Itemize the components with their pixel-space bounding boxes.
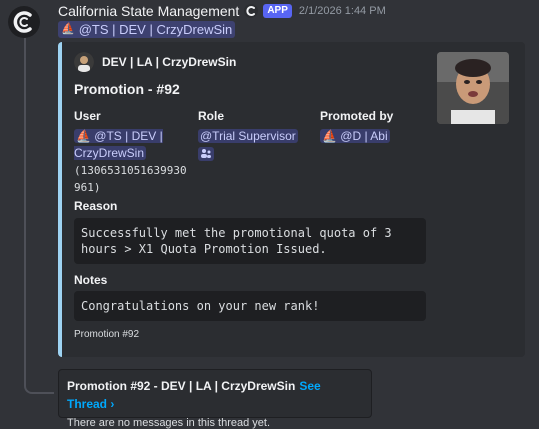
user-id: (1306531051639930961): [74, 164, 187, 194]
thread-card[interactable]: Promotion #92 - DEV | LA | CrzyDrewSin Se…: [58, 369, 372, 429]
boat-icon: ⛵: [76, 129, 91, 143]
field-promoted-by-name: Promoted by: [320, 109, 394, 123]
reason-code-block: Successfully met the promotional quota o…: [74, 218, 426, 264]
embed-title: Promotion - #92: [74, 81, 180, 97]
boat-icon: ⛵: [61, 23, 75, 35]
field-promoted-by: Promoted by ⛵ @D | Abi: [320, 108, 438, 145]
notes-code-block: Congratulations on your new rank!: [74, 291, 426, 321]
thread-connector: [24, 38, 54, 394]
mention-text: @TS | DEV | CrzyDrewSin: [78, 22, 233, 37]
message-mention[interactable]: ⛵ @TS | DEV | CrzyDrewSin: [58, 21, 236, 38]
field-user: User ⛵ @TS | DEV | CrzyDrewSin (13065310…: [74, 108, 192, 196]
promoter-mention-text: @D | Abi: [340, 129, 388, 143]
boat-icon: ⛵: [322, 129, 337, 143]
promotion-embed: DEV | LA | CrzyDrewSin Promotion - #92 U…: [58, 42, 525, 357]
people-icon: [201, 149, 211, 158]
thread-title[interactable]: Promotion #92 - DEV | LA | CrzyDrewSin: [67, 379, 295, 393]
username[interactable]: California State Management: [58, 3, 239, 19]
field-role: Role @Trial Supervisor: [198, 108, 316, 163]
timestamp[interactable]: 2/1/2026 1:44 PM: [299, 5, 386, 17]
field-reason-name: Reason: [74, 199, 118, 213]
author-avatar[interactable]: [74, 52, 94, 72]
author-name: DEV | LA | CrzyDrewSin: [102, 55, 237, 69]
app-badge: APP: [263, 4, 292, 18]
promoter-mention[interactable]: ⛵ @D | Abi: [320, 129, 390, 143]
bot-logo-icon: [8, 6, 40, 38]
thread-status: There are no messages in this thread yet…: [67, 417, 270, 429]
bot-avatar[interactable]: [8, 6, 40, 38]
field-user-name: User: [74, 109, 101, 123]
embed-footer: Promotion #92: [74, 329, 140, 340]
message-header: California State Management APP 2/1/2026…: [58, 2, 386, 20]
role-icon-mention[interactable]: [198, 147, 214, 161]
field-notes-name: Notes: [74, 273, 108, 287]
user-mention[interactable]: ⛵ @TS | DEV | CrzyDrewSin: [74, 129, 163, 160]
person-avatar-icon: [74, 52, 94, 72]
field-role-name: Role: [198, 109, 225, 123]
server-tag-icon: [244, 4, 259, 18]
embed-author: DEV | LA | CrzyDrewSin: [74, 52, 236, 72]
embed-thumbnail[interactable]: [437, 52, 509, 124]
role-mention[interactable]: @Trial Supervisor: [198, 129, 298, 143]
profile-photo-icon: [437, 52, 509, 124]
